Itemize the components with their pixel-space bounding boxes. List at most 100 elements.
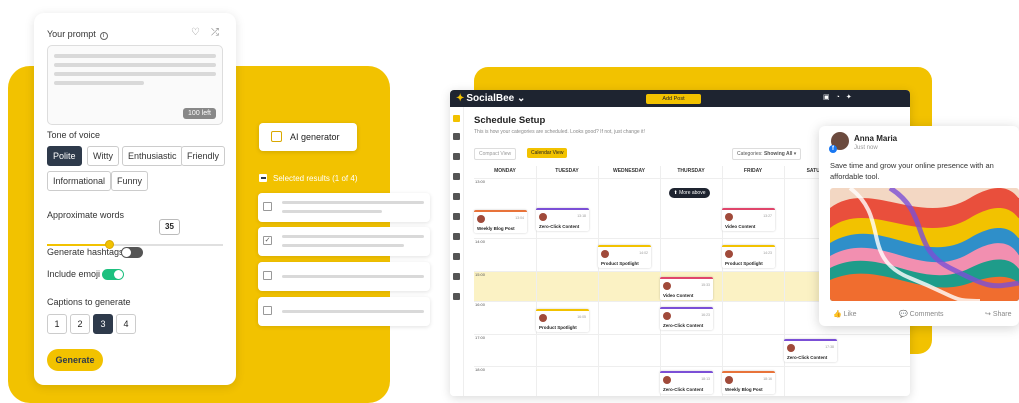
categories-filter[interactable]: Categories: Showing All ▾	[732, 148, 802, 160]
sidebar-icon-calendar[interactable]	[453, 193, 460, 200]
post-avatar	[787, 344, 795, 352]
hashtags-toggle[interactable]	[121, 247, 143, 258]
character-count-badge: 100 left	[183, 108, 216, 119]
post-time: 13:18	[577, 214, 586, 218]
post-author: Anna Maria	[854, 134, 898, 143]
tone-label: Tone of voice	[47, 130, 101, 140]
result-checkbox[interactable]	[263, 306, 272, 315]
ai-chip-icon	[271, 131, 282, 142]
facebook-icon: f	[829, 145, 837, 153]
day-header: MONDAY	[494, 168, 516, 174]
tone-chip-friendly[interactable]: Friendly	[181, 146, 226, 166]
more-above-button[interactable]: ⬆ More above	[669, 188, 710, 198]
sidebar-icon-folder[interactable]	[453, 153, 460, 160]
page-subtitle: This is how your categories are schedule…	[474, 129, 645, 135]
scheduled-post[interactable]: 18:13 Zero-Click Content	[660, 371, 713, 394]
time-row: 17:00	[474, 334, 910, 340]
post-avatar	[663, 282, 671, 290]
scheduled-post[interactable]: 15:33 Video Content	[660, 277, 713, 300]
sidebar-icon-grid[interactable]	[453, 133, 460, 140]
ai-generator-button[interactable]: AI generator	[259, 123, 357, 151]
post-name: Zero-Click Content	[663, 387, 704, 392]
caption-option-4[interactable]: 4	[116, 314, 136, 334]
post-name: Video Content	[725, 224, 756, 229]
scheduled-post[interactable]: 17:38 Zero-Click Content	[784, 339, 837, 362]
sidebar-icon-home[interactable]	[453, 115, 460, 122]
result-checkbox[interactable]	[263, 202, 272, 211]
deselect-checkbox[interactable]	[259, 174, 267, 182]
text-placeholder-line	[54, 81, 144, 85]
caption-option-1[interactable]: 1	[47, 314, 67, 334]
prompt-title-text: Your prompt	[47, 29, 96, 39]
scheduled-post[interactable]: 13:04 Weekly Blog Post	[474, 210, 527, 233]
prompt-textarea[interactable]: 100 left	[47, 45, 223, 125]
result-card[interactable]	[258, 262, 430, 291]
words-slider-fill	[47, 244, 109, 246]
post-name: Zero-Click Content	[539, 224, 580, 229]
sidebar-icon-settings[interactable]	[453, 293, 460, 300]
top-icons: ▣ ◔ ✦	[823, 93, 858, 101]
sidebar-icon-timer[interactable]	[453, 173, 460, 180]
time-label: 18:00	[475, 367, 486, 372]
tone-chip-funny[interactable]: Funny	[111, 171, 149, 191]
toggle-knob	[114, 270, 123, 279]
tone-chip-witty[interactable]: Witty	[87, 146, 119, 166]
bee-icon: ✦	[456, 93, 465, 104]
sidebar-icon-inbox[interactable]	[453, 213, 460, 220]
cart-icon[interactable]: ▣	[823, 94, 830, 101]
generate-button[interactable]: Generate	[47, 349, 103, 371]
result-card-selected[interactable]: ✓	[258, 227, 430, 256]
time-label: 17:00	[475, 335, 486, 340]
scheduled-post[interactable]: 18:16 Weekly Blog Post	[722, 371, 775, 394]
info-icon[interactable]: i	[99, 32, 108, 40]
shuffle-icon[interactable]: ⤮	[211, 27, 219, 38]
socialbee-logo[interactable]: ✦ SocialBee ⌄	[456, 93, 525, 104]
day-header: THURSDAY	[677, 168, 705, 174]
sidebar-icon-copy[interactable]	[453, 273, 460, 280]
caption-option-2[interactable]: 2	[70, 314, 90, 334]
sidebar-icon-megaphone[interactable]	[453, 253, 460, 260]
top-bar: ✦ SocialBee ⌄ Add Post ▣ ◔ ✦	[450, 90, 910, 107]
like-button[interactable]: 👍 Like	[833, 310, 857, 318]
scheduled-post[interactable]: 14:23 Product Spotlight	[722, 245, 775, 268]
tone-chip-polite[interactable]: Polite	[47, 146, 82, 166]
scheduled-post[interactable]: 14:02 Product Spotlight	[598, 245, 651, 268]
add-post-button[interactable]: Add Post	[646, 94, 701, 104]
heart-icon[interactable]: ♡	[191, 27, 200, 38]
sidebar-icon-analytics[interactable]	[453, 233, 460, 240]
column-divider	[598, 166, 599, 396]
bell-icon[interactable]: ◔	[836, 94, 840, 101]
caption-option-3[interactable]: 3	[93, 314, 113, 334]
calendar-view-button[interactable]: Calendar View	[527, 148, 568, 158]
account-icon[interactable]: ✦	[846, 94, 852, 101]
tone-chip-enthusiastic[interactable]: Enthusiastic	[122, 146, 183, 166]
tone-chip-informational[interactable]: Informational	[47, 171, 112, 191]
result-line	[282, 201, 424, 204]
post-time: 17:38	[825, 345, 834, 349]
post-avatar	[539, 314, 547, 322]
post-time: 14:23	[763, 251, 772, 255]
post-avatar	[725, 376, 733, 384]
time-label: 14:00	[475, 239, 486, 244]
post-name: Weekly Blog Post	[477, 226, 515, 231]
words-value[interactable]: 35	[159, 219, 180, 235]
scheduled-post[interactable]: 13:18 Zero-Click Content	[536, 208, 589, 231]
emoji-toggle[interactable]	[102, 269, 124, 280]
scheduled-post[interactable]: 16:05 Product Spotlight	[536, 309, 589, 332]
share-button[interactable]: ↪ Share	[985, 310, 1012, 318]
captions-label: Captions to generate	[47, 297, 131, 307]
compact-view-button[interactable]: Compact View	[474, 148, 517, 160]
result-line	[282, 310, 424, 313]
scheduled-post[interactable]: 16:23 Zero-Click Content	[660, 307, 713, 330]
comments-button[interactable]: 💬 Comments	[899, 310, 944, 318]
selected-results-label: Selected results (1 of 4)	[273, 174, 358, 183]
brand-name: SocialBee	[466, 93, 515, 104]
result-card[interactable]	[258, 193, 430, 222]
result-card[interactable]	[258, 297, 430, 326]
result-checkbox-checked[interactable]: ✓	[263, 236, 272, 245]
post-time: 15:33	[701, 283, 710, 287]
post-time: 18:13	[701, 377, 710, 381]
result-checkbox[interactable]	[263, 271, 272, 280]
column-divider	[536, 166, 537, 396]
scheduled-post[interactable]: 13:27 Video Content	[722, 208, 775, 231]
